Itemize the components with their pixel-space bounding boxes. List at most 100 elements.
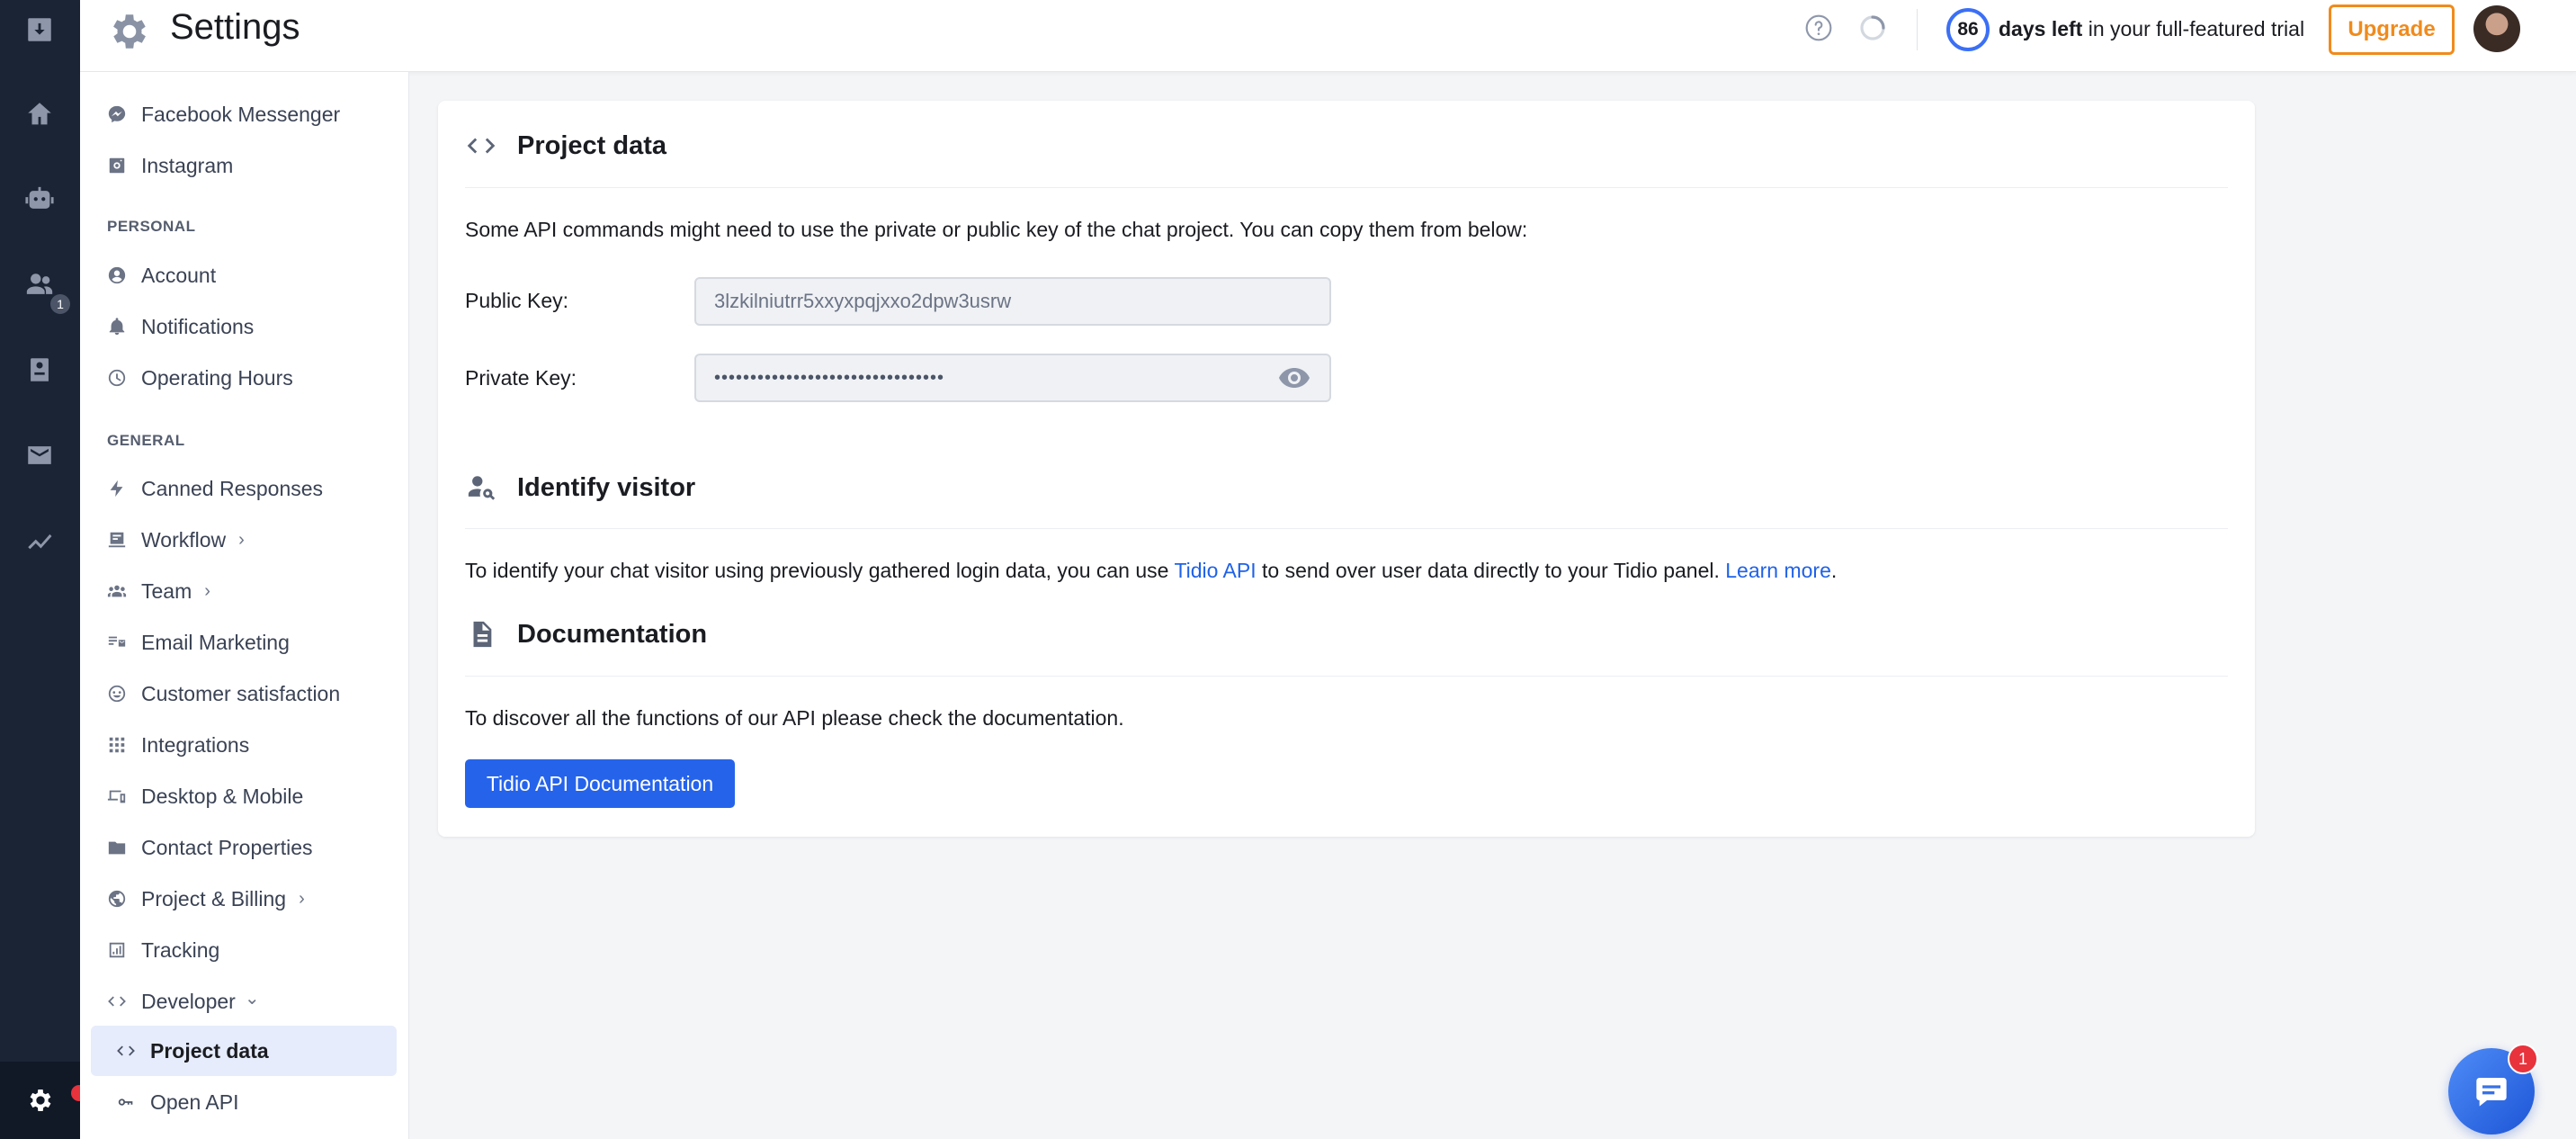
home-icon[interactable] [20,94,59,134]
inbox-download-icon[interactable] [20,10,59,49]
trial-days-counter: 86 [1946,8,1990,51]
project-data-card: Project data Some API commands might nee… [438,101,2255,837]
sidebar-item-label: Email Marketing [141,630,290,654]
code-icon [465,130,497,162]
sidebar-item-label: Account [141,263,217,287]
settings-sidebar: Facebook Messenger Instagram PERSONAL Ac… [80,72,409,1139]
account-icon [107,265,127,285]
code-icon [116,1041,136,1061]
folder-icon [107,838,127,857]
trial-description: in your full-featured trial [2082,17,2305,40]
devices-icon [107,786,127,806]
sidebar-item-label: Tracking [141,937,220,962]
messenger-icon [107,104,127,124]
sidebar-item-label: Workflow [141,527,227,552]
page-title: Settings [170,7,300,47]
chevron-right-icon: › [299,888,305,909]
public-key-label: Public Key: [465,289,569,312]
tidio-api-link[interactable]: Tidio API [1174,559,1256,582]
sidebar-item-workflow[interactable]: Workflow › [80,516,408,564]
toolbar-divider [1917,9,1918,50]
text-segment: to send over user data directly to your … [1256,559,1726,582]
section-heading-general: GENERAL [107,432,185,449]
grid-icon [107,735,127,755]
clock-icon [107,368,127,388]
instagram-icon [107,156,127,175]
tickets-icon[interactable] [20,350,59,390]
document-icon [465,618,497,650]
sidebar-item-contact-properties[interactable]: Contact Properties [80,823,408,872]
chevron-down-icon: ⌄ [244,988,260,1009]
chat-bubble-icon [2476,1078,2507,1107]
help-icon[interactable] [1804,13,1833,42]
section-title: Documentation [517,619,708,649]
sidebar-item-facebook-messenger[interactable]: Facebook Messenger [80,90,408,139]
user-avatar[interactable] [2473,5,2520,52]
sidebar-item-label: Team [141,578,192,603]
sidebar-item-label: Facebook Messenger [141,102,341,126]
sidebar-item-label: Canned Responses [141,476,324,500]
section-divider [465,676,2228,677]
gear-icon [30,1090,50,1111]
trial-days-left-label: days left [1999,17,2083,40]
mail-icon[interactable] [20,435,59,475]
project-data-intro: Some API commands might need to use the … [465,218,1528,241]
bolt-icon [107,479,127,498]
sidebar-item-label: Desktop & Mobile [141,784,304,808]
sidebar-subitem-label: Open API [150,1090,239,1114]
scrolled-item-remnant [188,72,332,77]
sidebar-item-label: Contact Properties [141,835,313,859]
workflow-icon [107,530,127,550]
code-icon [107,991,127,1011]
private-key-value: •••••••••••••••••••••••••••••••• [714,367,945,388]
public-key-field[interactable]: 3lzkilniutrr5xxyxpqjxxo2dpw3usrw [694,277,1331,326]
sidebar-subitem-project-data[interactable]: Project data [91,1026,397,1076]
app-rail: 1 [0,0,87,1139]
sidebar-item-customer-satisfaction[interactable]: Customer satisfaction [80,669,408,718]
key-icon [116,1092,136,1112]
sidebar-item-developer[interactable]: Developer ⌄ [80,977,408,1026]
sidebar-item-notifications[interactable]: Notifications [80,302,408,351]
email-marketing-icon [107,632,127,652]
api-documentation-button[interactable]: Tidio API Documentation [465,759,735,808]
section-heading-personal: PERSONAL [107,218,196,235]
sidebar-item-account[interactable]: Account [80,251,408,300]
sidebar-item-team[interactable]: Team › [80,567,408,615]
chevron-right-icon: › [238,529,245,550]
sidebar-item-tracking[interactable]: Tracking [80,926,408,974]
sidebar-item-integrations[interactable]: Integrations [80,721,408,769]
sidebar-item-label: Customer satisfaction [141,681,341,705]
globe-icon [107,889,127,909]
loading-spinner-icon[interactable] [1858,13,1887,42]
bell-icon [107,317,127,336]
analytics-icon[interactable] [20,521,59,561]
sidebar-item-label: Developer [141,989,236,1013]
rail-settings-button[interactable] [0,1062,80,1139]
settings-gear-icon [107,9,152,54]
top-bar: Settings 86 days left in your full-featu… [80,0,2576,72]
eye-icon[interactable] [1279,368,1310,388]
private-key-field[interactable]: •••••••••••••••••••••••••••••••• [694,354,1331,402]
sidebar-item-desktop-mobile[interactable]: Desktop & Mobile [80,772,408,821]
sidebar-subitem-open-api[interactable]: Open API [91,1077,397,1127]
identify-visitor-heading: Identify visitor [465,470,695,506]
chart-icon [107,940,127,960]
documentation-heading: Documentation [465,616,707,652]
sidebar-item-label: Operating Hours [141,365,293,390]
section-divider [465,187,2228,188]
text-segment: To identify your chat visitor using prev… [465,559,1175,582]
section-title: Identify visitor [517,472,696,502]
upgrade-button[interactable]: Upgrade [2329,4,2455,55]
project-data-heading: Project data [465,128,666,164]
sidebar-item-email-marketing[interactable]: Email Marketing [80,618,408,667]
documentation-text: To discover all the functions of our API… [465,706,1124,730]
sidebar-item-operating-hours[interactable]: Operating Hours [80,354,408,402]
sidebar-item-project-billing[interactable]: Project & Billing › [80,874,408,923]
sidebar-item-label: Instagram [141,153,234,177]
bot-icon[interactable] [20,180,59,220]
learn-more-link[interactable]: Learn more [1725,559,1831,582]
private-key-label: Private Key: [465,366,577,390]
sidebar-item-instagram[interactable]: Instagram [80,141,408,190]
sidebar-item-canned-responses[interactable]: Canned Responses [80,464,408,513]
public-key-value: 3lzkilniutrr5xxyxpqjxxo2dpw3usrw [714,290,1012,312]
